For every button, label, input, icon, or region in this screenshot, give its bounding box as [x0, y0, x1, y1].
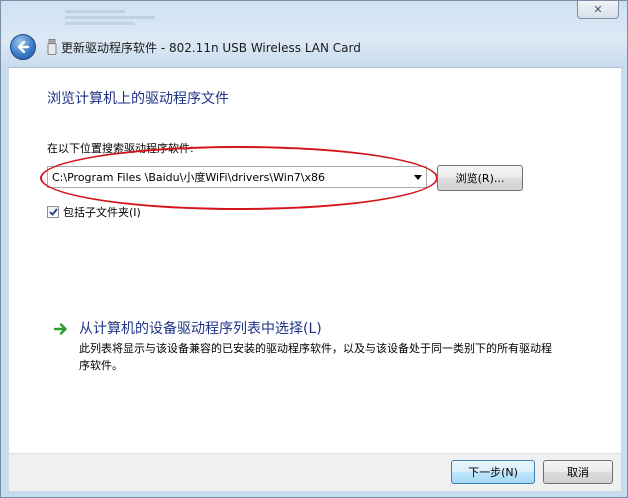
pick-from-list-option[interactable]: 从计算机的设备驱动程序列表中选择(L) 此列表将显示与该设备兼容的已安装的驱动程…: [53, 318, 553, 374]
usb-device-icon: [47, 39, 57, 55]
back-arrow-icon: [17, 40, 30, 54]
search-location-label: 在以下位置搜索驱动程序软件:: [47, 142, 194, 155]
cancel-button[interactable]: 取消: [543, 460, 613, 484]
back-button[interactable]: [10, 34, 36, 60]
include-subfolders-option[interactable]: 包括子文件夹(I): [47, 204, 141, 220]
window-title: 更新驱动程序软件 - 802.11n USB Wireless LAN Card: [61, 40, 361, 55]
include-subfolders-checkbox[interactable]: [47, 206, 59, 218]
checkmark-icon: [48, 208, 58, 216]
browse-button[interactable]: 浏览(R)...: [437, 165, 523, 191]
chevron-down-icon: [414, 174, 422, 180]
close-icon: ✕: [593, 2, 603, 16]
page-title: 浏览计算机上的驱动程序文件: [47, 91, 229, 107]
wizard-footer: 下一步(N) 取消: [9, 453, 621, 491]
next-button[interactable]: 下一步(N): [451, 460, 535, 484]
background-blur-text: [65, 7, 205, 31]
driver-update-window: ✕ 更新驱动程序软件 - 802.11n USB Wireless LAN Ca…: [0, 0, 628, 498]
driver-path-combobox[interactable]: C:\Program Files \Baidu\小度WiFi\drivers\W…: [47, 166, 427, 188]
pick-from-list-link[interactable]: 从计算机的设备驱动程序列表中选择(L): [79, 318, 322, 338]
wizard-content-panel: 浏览计算机上的驱动程序文件 在以下位置搜索驱动程序软件: C:\Program …: [9, 67, 621, 453]
driver-path-value[interactable]: C:\Program Files \Baidu\小度WiFi\drivers\W…: [48, 169, 410, 185]
window-title-bar: 更新驱动程序软件 - 802.11n USB Wireless LAN Card: [47, 37, 361, 57]
close-button[interactable]: ✕: [577, 1, 619, 19]
pick-from-list-description: 此列表将显示与该设备兼容的已安装的驱动程序软件，以及与该设备处于同一类别下的所有…: [79, 342, 552, 372]
dropdown-toggle[interactable]: [410, 167, 426, 187]
green-arrow-icon: [53, 323, 67, 335]
include-subfolders-label[interactable]: 包括子文件夹(I): [63, 204, 141, 220]
